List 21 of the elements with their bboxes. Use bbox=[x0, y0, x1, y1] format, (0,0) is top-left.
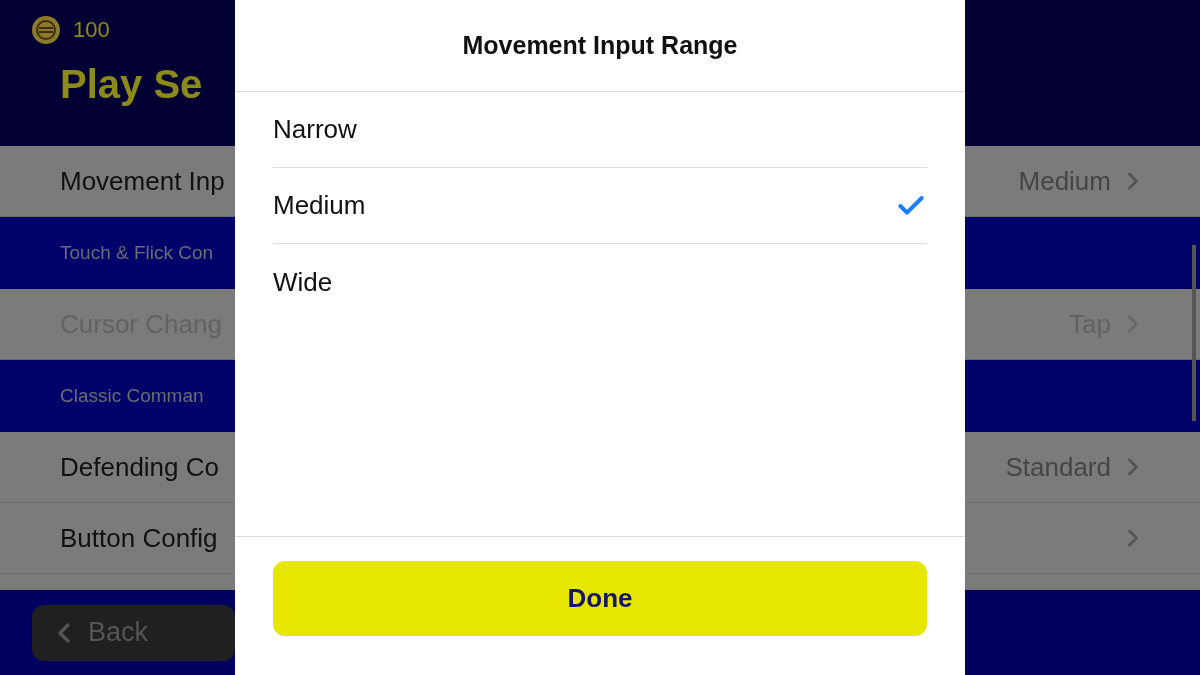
setting-row[interactable]: Movement Inp bbox=[0, 146, 235, 217]
option-label: Medium bbox=[273, 189, 366, 222]
done-button[interactable]: Done bbox=[273, 561, 927, 636]
option-label: Narrow bbox=[273, 113, 357, 146]
scrollbar[interactable] bbox=[1192, 245, 1196, 421]
dialog-title: Movement Input Range bbox=[462, 29, 738, 61]
coin-count: 100 bbox=[73, 16, 110, 44]
setting-label: Button Config bbox=[60, 521, 218, 555]
option-label: Wide bbox=[273, 265, 333, 299]
setting-row[interactable]: Button Config bbox=[0, 503, 235, 574]
option-row[interactable]: Wide bbox=[273, 244, 927, 320]
setting-row[interactable] bbox=[965, 503, 1200, 574]
coin-icon bbox=[31, 14, 61, 45]
page-title: Play Se bbox=[60, 61, 203, 108]
setting-label: Defending Co bbox=[60, 450, 219, 484]
setting-label: Movement Inp bbox=[60, 164, 225, 198]
option-row[interactable]: Medium bbox=[273, 168, 927, 244]
setting-row[interactable]: Defending Co bbox=[0, 432, 235, 503]
option-row[interactable]: Narrow bbox=[273, 92, 927, 168]
section-heading: Touch & Flick Con bbox=[60, 240, 214, 265]
section-heading: Classic Comman bbox=[60, 383, 204, 408]
